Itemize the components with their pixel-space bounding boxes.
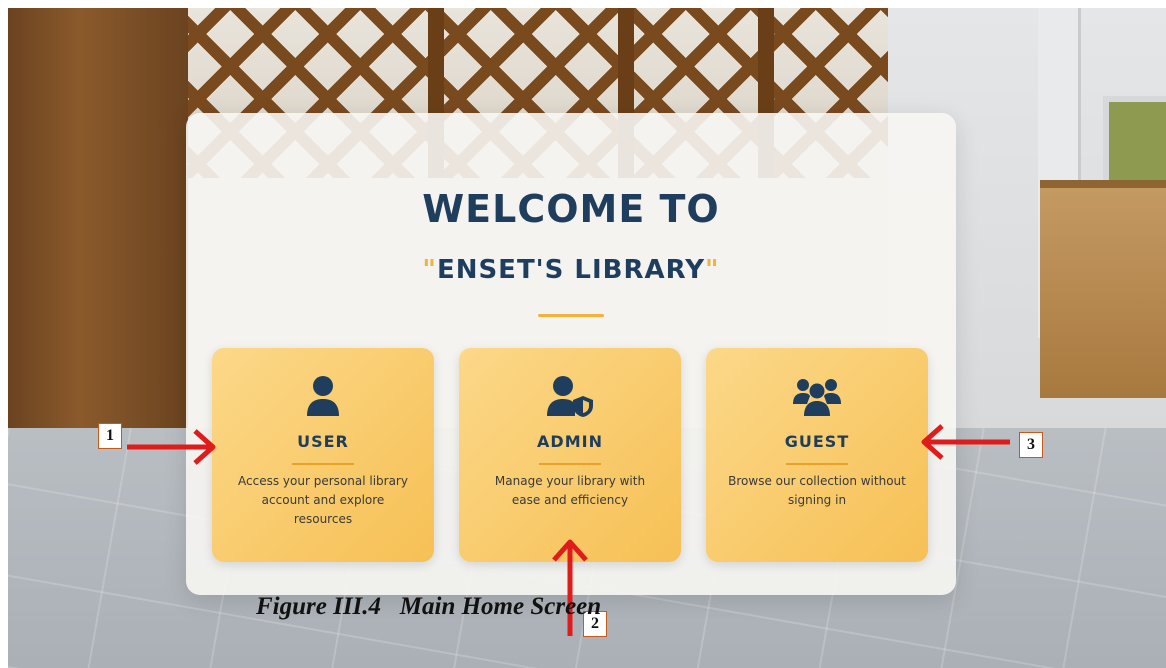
callout-1: 1 — [98, 423, 122, 449]
open-quote: " — [422, 255, 437, 285]
admin-role-divider — [539, 463, 601, 465]
user-role-label: USER — [297, 432, 349, 451]
user-role-divider — [292, 463, 354, 465]
close-quote: " — [705, 255, 720, 285]
guest-role-card[interactable]: GUEST Browse our collection without sign… — [706, 348, 928, 562]
arrow-right-icon — [127, 429, 216, 465]
monitor — [1103, 96, 1166, 188]
guest-role-description: Browse our collection without signing in — [728, 474, 906, 507]
users-group-icon — [706, 374, 928, 418]
figure-caption: Figure III.4 Main Home Screen — [256, 593, 602, 620]
admin-role-description: Manage your library with ease and effici… — [494, 474, 646, 507]
admin-role-label: ADMIN — [537, 432, 603, 451]
title-divider — [538, 314, 604, 317]
library-name: ENSET'S LIBRARY — [436, 255, 706, 285]
wooden-panel — [8, 8, 188, 478]
welcome-card: WELCOME TO "ENSET'S LIBRARY" USER Access… — [186, 113, 956, 595]
callout-3: 3 — [1019, 432, 1043, 458]
admin-role-card[interactable]: ADMIN Manage your library with ease and … — [459, 348, 681, 562]
user-icon — [212, 374, 434, 418]
welcome-title: WELCOME TO — [422, 187, 720, 231]
user-shield-icon — [459, 374, 681, 418]
guest-role-label: GUEST — [784, 432, 850, 451]
guest-role-divider — [786, 463, 848, 465]
library-name-heading: "ENSET'S LIBRARY" — [186, 255, 956, 285]
arrow-left-icon — [921, 424, 1010, 460]
reception-counter — [1040, 180, 1166, 398]
user-role-description: Access your personal library account and… — [238, 474, 408, 526]
user-role-card[interactable]: USER Access your personal library accoun… — [212, 348, 434, 562]
